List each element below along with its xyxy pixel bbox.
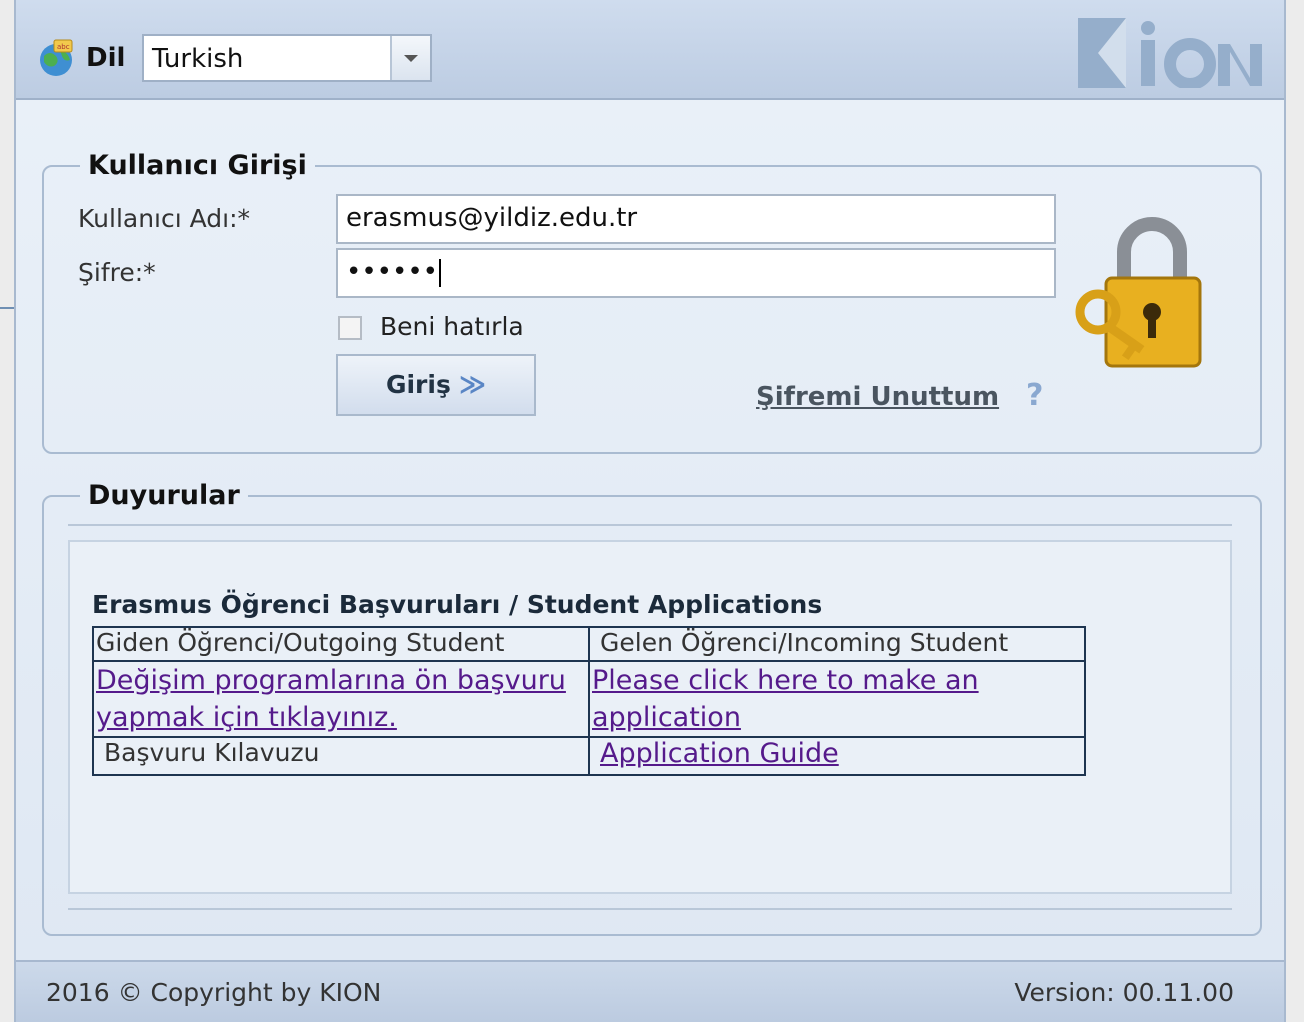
chevron-down-icon[interactable] [390,36,430,80]
language-select-value: Turkish [152,44,244,74]
password-value: •••••• [346,257,439,287]
outgoing-application-link[interactable]: Değişim programlarına ön başvuru yapmak … [96,665,566,733]
announcements-legend: Duyurular [88,480,240,511]
lock-key-icon [1075,217,1202,368]
table-cell: Değişim programlarına ön başvuru yapmak … [92,660,590,738]
table-cell: Gelen Öğrenci/Incoming Student [588,626,1086,662]
login-button[interactable]: Giriş ≫ [336,354,536,416]
kion-logo [1078,18,1262,88]
password-label: Şifre:* [78,258,156,287]
double-chevron-right-icon: ≫ [458,370,487,400]
table-row: Değişim programlarına ön başvuru yapmak … [92,660,1086,738]
password-field[interactable]: •••••• [336,248,1056,298]
login-button-label: Giriş [385,370,451,399]
table-cell: Application Guide [588,736,1086,776]
table-row: Başvuru Kılavuzu Application Guide [92,736,1086,776]
table-cell: Giden Öğrenci/Outgoing Student [92,626,590,662]
applications-table: Giden Öğrenci/Outgoing Student Gelen Öğr… [92,626,1086,776]
main-content: Kullanıcı Girişi Kullanıcı Adı:* erasmus… [16,100,1284,962]
help-icon[interactable]: ? [1026,378,1043,413]
copyright-text: 2016 © Copyright by KION [46,978,382,1007]
language-select[interactable]: Turkish [142,34,432,82]
username-label: Kullanıcı Adı:* [78,204,251,233]
username-field[interactable]: erasmus@yildiz.edu.tr [336,194,1056,244]
divider [68,524,1232,526]
table-cell: Please click here to make an application [588,660,1086,738]
login-window: abc Dil Turkish Kullanıcı Girişi Kullanı… [14,0,1286,1022]
incoming-application-link[interactable]: Please click here to make an application [592,665,979,733]
table-cell: Başvuru Kılavuzu [92,736,590,776]
globe-icon: abc [40,39,73,76]
text-caret [439,258,442,287]
version-text: Version: 00.11.00 [1014,978,1234,1007]
remember-me-label: Beni hatırla [380,312,524,341]
divider [68,908,1232,910]
svg-text:abc: abc [57,43,70,51]
header-bar: abc Dil Turkish [16,0,1284,100]
remember-me-checkbox[interactable] [338,316,362,340]
table-row: Giden Öğrenci/Outgoing Student Gelen Öğr… [92,626,1086,662]
username-value: erasmus@yildiz.edu.tr [346,203,638,233]
login-legend: Kullanıcı Girişi [88,150,307,181]
announcement-title: Erasmus Öğrenci Başvuruları / Student Ap… [92,590,823,619]
application-guide-link[interactable]: Application Guide [600,738,839,769]
language-label: Dil [86,43,126,73]
footer-bar: 2016 © Copyright by KION Version: 00.11.… [16,960,1284,1022]
forgot-password-link[interactable]: Şifremi Unuttum [756,382,999,412]
